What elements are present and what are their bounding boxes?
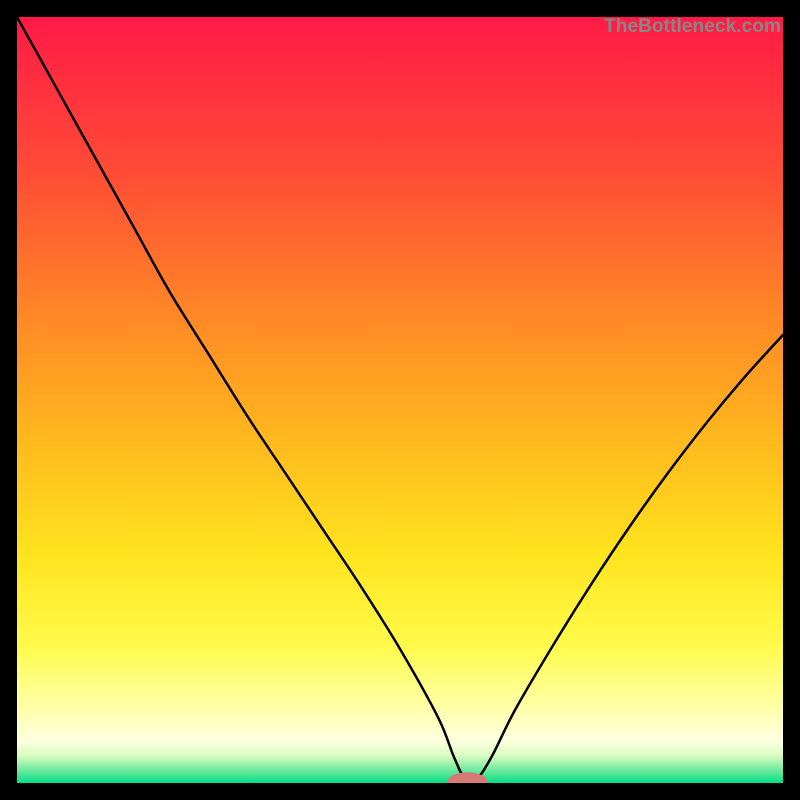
- watermark-text: TheBottleneck.com: [604, 16, 781, 38]
- bottleneck-chart: [17, 17, 783, 783]
- gradient-background: [17, 17, 783, 783]
- chart-frame: TheBottleneck.com: [17, 17, 783, 783]
